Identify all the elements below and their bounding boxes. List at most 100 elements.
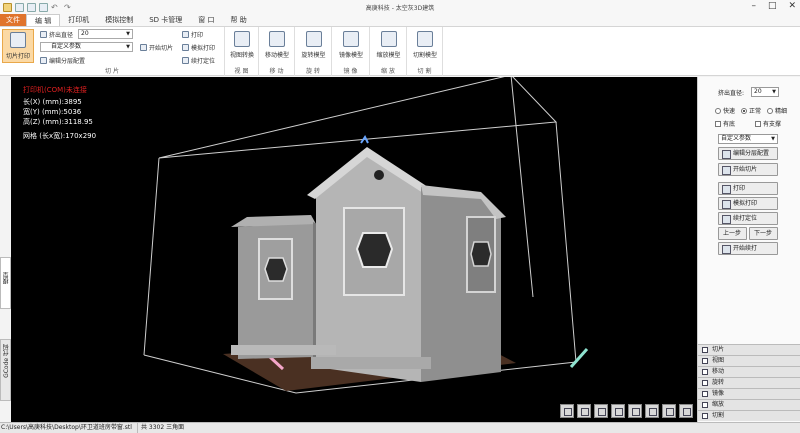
radio-fine-label: 精细 [775, 108, 788, 115]
cut-icon [702, 413, 708, 419]
rp-next-step-button[interactable]: 下一步 [749, 227, 778, 240]
accordion-move[interactable]: 移动 [698, 366, 800, 377]
rp-print-button[interactable]: 打印 [718, 182, 778, 195]
view-home-icon[interactable] [679, 404, 693, 418]
radio-fine[interactable] [767, 107, 774, 114]
speed-options: 快速 正常 精细 [715, 106, 787, 115]
print-label: 打印 [191, 31, 204, 39]
menu-sd-card[interactable]: SD 卡管理 [141, 14, 190, 26]
window-controls: – □ ✕ [751, 1, 796, 11]
rp-edit-config-button[interactable]: 编辑分层配置 [718, 147, 778, 160]
slice-icon [702, 347, 708, 353]
left-tab-strip: 模型 GCode 代码 [0, 77, 11, 422]
menu-window[interactable]: 窗 口 [190, 14, 222, 26]
rp-prev-step-button[interactable]: 上一步 [718, 227, 747, 240]
right-panel: 挤出直径: 20 ▼ 快速 正常 精细 有底 有支撑 自定义参数 ▼ 编辑分层配置 … [697, 77, 800, 422]
view-grid-icon[interactable] [594, 404, 608, 418]
group-mirror: 镜像模型 镜 像 [332, 27, 370, 76]
sim-print-button[interactable]: 模拟打印 [182, 42, 215, 52]
print-icon[interactable] [39, 2, 48, 12]
close-icon[interactable]: ✕ [788, 1, 796, 11]
rotate-icon [305, 31, 322, 47]
radio-fast[interactable] [715, 107, 721, 114]
menu-help[interactable]: 帮 助 [223, 14, 255, 26]
group-scale: 缩放模型 缩 放 [370, 27, 407, 76]
rp-sim-print-button[interactable]: 模拟打印 [718, 197, 778, 210]
print-button[interactable]: 打印 [182, 29, 203, 39]
accordion-rotate[interactable]: 旋转 [698, 377, 800, 388]
accordion-slice[interactable]: 切片 [698, 344, 800, 355]
slice-print-label: 切片打印 [5, 53, 30, 60]
menu-printer[interactable]: 打印机 [60, 14, 97, 26]
slice-icon [140, 43, 147, 51]
mirror-icon [702, 391, 708, 397]
scene-canvas[interactable] [11, 77, 697, 422]
tab-gcode-label: GCode 代码 [3, 344, 10, 378]
view-reset-icon[interactable] [662, 404, 676, 418]
rotate-model-button[interactable]: 旋转模型 [298, 29, 329, 63]
chevron-down-icon: ▼ [771, 136, 775, 142]
rp-nozzle-select[interactable]: 20 ▼ [751, 87, 779, 97]
scale-model-button[interactable]: 缩放模型 [373, 29, 404, 63]
custom-params-select[interactable]: 自定义参数 ▼ [40, 42, 133, 52]
check-support-label: 有支撑 [763, 121, 782, 128]
accordion-cut[interactable]: 切割 [698, 410, 800, 421]
undo-icon[interactable]: ↶ [51, 3, 61, 12]
move-model-button[interactable]: 移动模型 [262, 29, 292, 63]
open-file-icon[interactable] [3, 2, 12, 12]
cube-icon [234, 31, 250, 47]
rp-resume-pos-button[interactable]: 续打定位 [718, 212, 778, 225]
printer-icon [182, 30, 189, 38]
group-move: 移动模型 移 动 [259, 27, 295, 76]
redo-icon[interactable]: ↷ [64, 3, 74, 12]
accordion-slice-label: 切片 [712, 346, 725, 353]
view-convert-button[interactable]: 视图转换 [227, 29, 257, 63]
accordion-rotate-label: 旋转 [712, 379, 725, 386]
group-cut: 切割模型 切 割 [407, 27, 443, 76]
nozzle-label: 挤出直径 [49, 31, 74, 39]
save-as-icon[interactable] [27, 2, 36, 12]
view-play-icon[interactable] [645, 404, 659, 418]
group-scale-label: 缩 放 [381, 68, 395, 75]
group-mirror-label: 镜 像 [343, 68, 358, 75]
check-shell[interactable] [715, 120, 721, 127]
minimize-icon[interactable]: – [751, 1, 756, 11]
tab-gcode[interactable]: GCode 代码 [0, 339, 11, 401]
printer-status: 打印机(COM)未连接 [23, 86, 87, 94]
view-grid2-icon[interactable] [611, 404, 625, 418]
accordion-view-label: 视图 [712, 357, 725, 364]
ribbon: 切片打印 挤出直径 20 ▼ 自定义参数 ▼ 编辑分层配置 开始切片 打印 模拟… [0, 26, 800, 76]
maximize-icon[interactable]: □ [768, 1, 777, 11]
accordion-scale[interactable]: 缩放 [698, 399, 800, 410]
nozzle-select[interactable]: 20 ▼ [78, 29, 133, 39]
accordion-mirror[interactable]: 镜像 [698, 388, 800, 399]
view-front-icon[interactable] [560, 404, 574, 418]
view-left-icon[interactable] [577, 404, 591, 418]
z-axis-marker [360, 135, 369, 144]
accordion-view[interactable]: 视图 [698, 355, 800, 366]
slice-print-button[interactable]: 切片打印 [2, 29, 34, 63]
radio-normal[interactable] [741, 107, 748, 114]
3d-viewport[interactable]: 打印机(COM)未连接 长(X) (mm):3895 宽(Y) (mm):503… [11, 77, 697, 422]
radio-fast-label: 快速 [723, 108, 736, 115]
start-slice-button[interactable]: 开始切片 [140, 42, 173, 52]
house-model[interactable] [231, 147, 506, 382]
check-support[interactable] [755, 120, 762, 127]
accordion-scale-label: 缩放 [712, 401, 725, 408]
rp-start-slice-button[interactable]: 开始切片 [718, 163, 778, 176]
menu-edit[interactable]: 编 辑 [26, 14, 61, 26]
group-rotate: 旋转模型 旋 转 [295, 27, 332, 76]
rp-start-resume-button[interactable]: 开始续打 [718, 242, 778, 255]
triangle-count: 共 3302 三角面 [141, 424, 185, 431]
mirror-model-button[interactable]: 镜像模型 [335, 29, 367, 63]
menu-sim-control[interactable]: 模拟控制 [97, 14, 141, 26]
move-model-label: 移动模型 [264, 52, 289, 59]
tab-model[interactable]: 模型 [0, 257, 11, 309]
save-icon[interactable] [15, 2, 24, 12]
cut-model-button[interactable]: 切割模型 [410, 29, 440, 63]
menu-file[interactable]: 文件 [0, 14, 26, 26]
resume-pos-button[interactable]: 续打定位 [182, 55, 215, 65]
view-sphere-icon[interactable] [628, 404, 642, 418]
rp-custom-params-select[interactable]: 自定义参数 ▼ [718, 134, 778, 144]
edit-config-button[interactable]: 编辑分层配置 [40, 55, 85, 65]
